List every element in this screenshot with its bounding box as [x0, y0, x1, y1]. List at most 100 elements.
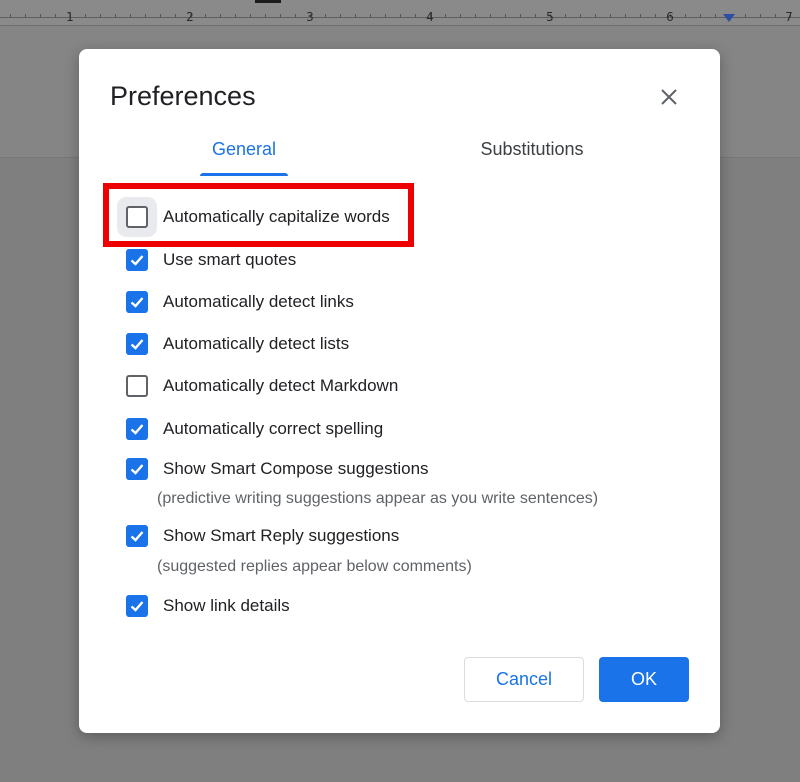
ruler-tick [715, 14, 716, 18]
option-capitalize-words[interactable]: Automatically capitalize words [126, 203, 390, 231]
ruler-tick [55, 14, 56, 18]
checkbox-detect-lists[interactable] [126, 333, 148, 355]
preferences-dialog: Preferences General Substitutions Automa… [79, 49, 720, 733]
ruler-indent-handle[interactable] [255, 0, 281, 3]
ruler-tick [115, 14, 116, 18]
ruler-tick [535, 14, 536, 18]
smart-compose-hint: (predictive writing suggestions appear a… [157, 490, 599, 507]
ruler-tick [595, 14, 596, 18]
ruler-tick [250, 14, 251, 18]
checkbox-smart-reply[interactable] [126, 525, 148, 547]
option-link-details[interactable]: Show link details [126, 592, 290, 620]
ruler-tick [10, 14, 11, 18]
option-label: Show Smart Compose suggestions [163, 459, 429, 478]
option-label: Automatically correct spelling [163, 419, 384, 438]
ruler-number: 2 [186, 10, 194, 24]
tab-substitutions[interactable]: Substitutions [464, 139, 600, 173]
checkmark-icon [130, 601, 144, 612]
ruler-tick [580, 14, 581, 18]
close-icon [661, 89, 677, 105]
ruler-tick [505, 14, 506, 18]
option-detect-links[interactable]: Automatically detect links [126, 288, 354, 316]
ruler-tick [490, 14, 491, 18]
ruler-tick [220, 14, 221, 18]
ruler-tick [235, 14, 236, 18]
ok-button[interactable]: OK [599, 657, 689, 702]
ruler-tick [40, 14, 41, 18]
checkbox-link-details[interactable] [126, 595, 148, 617]
tab-bar: General Substitutions [79, 139, 720, 176]
ruler-number: 3 [306, 10, 314, 24]
checkbox-detect-links[interactable] [126, 291, 148, 313]
ruler-tick [640, 14, 641, 18]
ruler-tick [400, 14, 401, 18]
ruler-tick [25, 14, 26, 18]
ruler-tick [160, 14, 161, 18]
ruler-tick [175, 14, 176, 18]
option-label: Use smart quotes [163, 250, 297, 269]
cancel-button[interactable]: Cancel [464, 657, 584, 702]
ruler-tick [340, 14, 341, 18]
option-label: Automatically detect lists [163, 334, 350, 353]
option-smart-reply[interactable]: Show Smart Reply suggestions [126, 522, 399, 550]
ruler-number: 6 [666, 10, 674, 24]
document-ruler: 1 2 3 4 5 6 7 [0, 0, 800, 26]
ruler-tick [520, 14, 521, 18]
ruler-tick [325, 14, 326, 18]
ruler-tick [685, 14, 686, 18]
checkmark-icon [130, 297, 144, 308]
checkbox-detect-markdown[interactable] [126, 375, 148, 397]
smart-reply-hint: (suggested replies appear below comments… [157, 558, 472, 575]
option-smart-compose[interactable]: Show Smart Compose suggestions [126, 455, 429, 483]
option-label: Automatically capitalize words [163, 207, 390, 226]
ruler-tick [655, 14, 656, 18]
ruler-tick [385, 14, 386, 18]
ruler-number: 5 [546, 10, 554, 24]
option-smart-quotes[interactable]: Use smart quotes [126, 246, 296, 274]
checkbox-capitalize-words[interactable] [126, 206, 148, 228]
ruler-tick [445, 14, 446, 18]
checkmark-icon [130, 339, 144, 350]
checkbox-smart-quotes[interactable] [126, 249, 148, 271]
ruler-tick [205, 14, 206, 18]
ruler-tick [760, 14, 761, 18]
checkmark-icon [130, 255, 144, 266]
ruler-tick [415, 14, 416, 18]
ruler-tick [295, 14, 296, 18]
ruler-tick [625, 14, 626, 18]
tab-general[interactable]: General [200, 139, 288, 176]
ruler-number: 4 [426, 10, 434, 24]
ruler-tick [265, 14, 266, 18]
option-label: Automatically detect Markdown [163, 376, 399, 395]
ruler-tick [745, 14, 746, 18]
option-label: Automatically detect links [163, 292, 354, 311]
ruler-tick [145, 14, 146, 18]
option-label: Show Smart Reply suggestions [163, 526, 400, 545]
dialog-title: Preferences [110, 81, 256, 111]
close-button[interactable] [653, 81, 685, 113]
ruler-tick [85, 14, 86, 18]
ruler-tick [775, 14, 776, 18]
option-label: Show link details [163, 596, 290, 615]
ruler-tick [280, 14, 281, 18]
ruler-tick [130, 14, 131, 18]
ruler-tick [700, 14, 701, 18]
checkbox-smart-compose[interactable] [126, 458, 148, 480]
ruler-tick [370, 14, 371, 18]
ruler-tick [475, 14, 476, 18]
ruler-number: 7 [785, 10, 793, 24]
ruler-tick [610, 14, 611, 18]
ruler-tick [100, 14, 101, 18]
option-detect-markdown[interactable]: Automatically detect Markdown [126, 372, 398, 400]
ruler-tick [460, 14, 461, 18]
ruler-tick [355, 14, 356, 18]
option-correct-spelling[interactable]: Automatically correct spelling [126, 415, 383, 443]
right-indent-marker-icon[interactable] [723, 14, 735, 22]
checkmark-icon [130, 464, 144, 475]
option-detect-lists[interactable]: Automatically detect lists [126, 330, 349, 358]
checkmark-icon [130, 424, 144, 435]
checkmark-icon [130, 531, 144, 542]
ruler-tick [565, 14, 566, 18]
ruler-number: 1 [66, 10, 74, 24]
checkbox-correct-spelling[interactable] [126, 418, 148, 440]
